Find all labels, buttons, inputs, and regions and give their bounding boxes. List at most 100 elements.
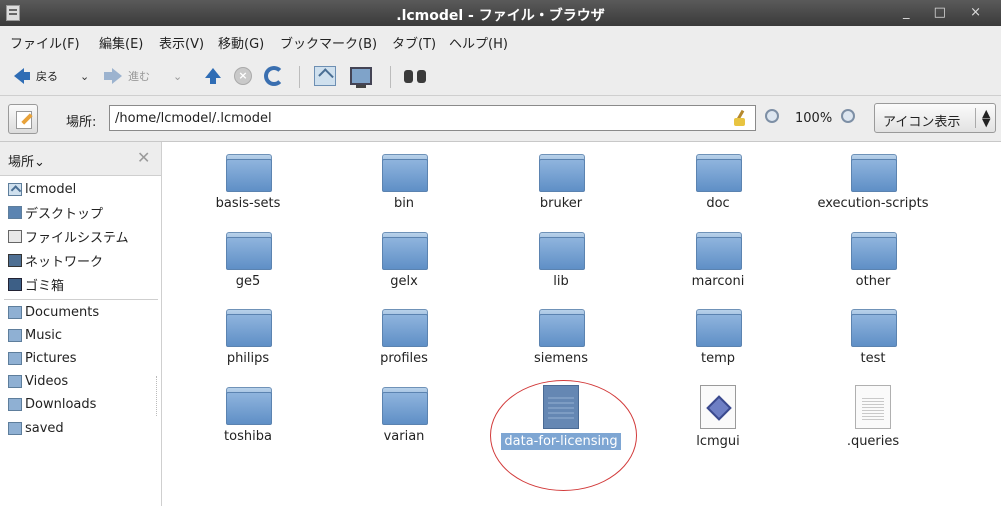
toolbar: 戻る ⌄ 進む ⌄ ×	[0, 56, 1001, 96]
file-item[interactable]: gelx	[334, 232, 474, 290]
zoom-in-icon[interactable]	[841, 109, 855, 123]
forward-arrow-icon	[104, 68, 122, 84]
sidebar-item-music[interactable]: Music	[8, 325, 62, 345]
file-item[interactable]: bin	[334, 154, 474, 212]
folder-icon	[226, 232, 272, 270]
file-item[interactable]: temp	[648, 309, 788, 367]
file-item[interactable]: siemens	[491, 309, 631, 367]
back-arrow-icon	[14, 68, 30, 84]
folder-icon	[696, 154, 742, 192]
sidebar-item-documents[interactable]: Documents	[8, 302, 99, 322]
sidebar-item-desktop[interactable]: デスクトップ	[8, 202, 103, 222]
toolbar-separator	[299, 66, 300, 88]
folder-icon	[382, 154, 428, 192]
file-name: siemens	[533, 351, 589, 366]
file-item[interactable]: profiles	[334, 309, 474, 367]
file-name: lib	[553, 274, 569, 289]
updown-arrow-icon: ▲ ▼	[982, 107, 991, 129]
file-item[interactable]: doc	[648, 154, 788, 212]
sidebar-item-lcmodel[interactable]: lcmodel	[8, 179, 76, 199]
home-folder-icon	[8, 182, 22, 196]
file-item[interactable]: basis-sets	[178, 154, 318, 212]
file-item[interactable]: ge5	[178, 232, 318, 290]
file-item[interactable]: execution-scripts	[803, 154, 943, 212]
file-icon-view[interactable]: basis-sets bin bruker doc execution-scri…	[163, 142, 1001, 506]
reload-button[interactable]	[264, 64, 284, 88]
menu-view[interactable]: 表示(V)	[159, 33, 204, 52]
file-item[interactable]: marconi	[648, 232, 788, 290]
back-button[interactable]: 戻る	[14, 64, 58, 88]
file-name: other	[855, 274, 891, 289]
sidebar-item-label: Documents	[25, 304, 100, 320]
file-item[interactable]: lcmgui	[648, 385, 788, 450]
close-sidebar-icon[interactable]: ✕	[137, 148, 150, 167]
file-name: profiles	[380, 351, 428, 366]
sidebar-item-trash[interactable]: ゴミ箱	[8, 274, 64, 294]
location-edit-toggle-button[interactable]	[8, 104, 38, 134]
folder-icon	[539, 232, 585, 270]
file-name: philips	[226, 351, 270, 366]
location-bar: 場所: 100% アイコン表示 ▲ ▼	[0, 96, 1001, 142]
up-button[interactable]	[205, 64, 221, 88]
sidebar-item-label: saved	[25, 420, 64, 436]
file-item[interactable]: .queries	[803, 385, 943, 450]
forward-button[interactable]: 進む	[104, 64, 150, 88]
folder-icon	[226, 387, 272, 425]
menu-file[interactable]: ファイル(F)	[10, 33, 80, 52]
folder-icon	[696, 309, 742, 347]
binoculars-search-icon	[404, 68, 426, 84]
menu-help[interactable]: ヘルプ(H)	[449, 33, 508, 52]
stop-button[interactable]: ×	[234, 64, 252, 88]
sidebar-type-dropdown[interactable]: 場所⌄	[8, 151, 45, 170]
sidebar-separator	[4, 299, 158, 300]
sidebar-item-label: Music	[25, 327, 62, 343]
menu-bookmarks[interactable]: ブックマーク(B)	[280, 33, 377, 52]
sidebar-item-network[interactable]: ネットワーク	[8, 250, 103, 270]
home-icon	[314, 66, 336, 86]
file-item[interactable]: toshiba	[178, 387, 318, 445]
search-button[interactable]	[404, 64, 426, 88]
location-input[interactable]	[109, 105, 756, 131]
location-label: 場所:	[66, 115, 97, 130]
sidebar-item-saved[interactable]: saved	[8, 418, 64, 438]
zoom-out-icon[interactable]	[765, 109, 779, 123]
file-item[interactable]: bruker	[491, 154, 631, 212]
menu-tabs[interactable]: タブ(T)	[392, 33, 436, 52]
view-select-divider	[975, 108, 976, 128]
file-item[interactable]: lib	[491, 232, 631, 290]
sidebar-resize-handle[interactable]	[156, 376, 162, 416]
window-controls[interactable]: _ □ ×	[903, 5, 991, 20]
view-mode-select[interactable]: アイコン表示 ▲ ▼	[874, 103, 996, 133]
file-item[interactable]: philips	[178, 309, 318, 367]
file-item[interactable]: varian	[334, 387, 474, 445]
sidebar-item-label: デスクトップ	[25, 206, 104, 222]
reload-icon	[264, 66, 284, 86]
view-mode-value: アイコン表示	[883, 115, 961, 130]
filesystem-icon	[8, 229, 22, 243]
documents-folder-icon	[8, 305, 22, 319]
computer-button[interactable]	[350, 64, 372, 88]
home-button[interactable]	[314, 64, 336, 88]
file-name: varian	[383, 429, 425, 444]
file-name: basis-sets	[215, 196, 281, 211]
sidebar-item-downloads[interactable]: Downloads	[8, 394, 96, 414]
file-name: bruker	[539, 196, 583, 211]
sidebar-item-videos[interactable]: Videos	[8, 371, 68, 391]
back-history-dropdown[interactable]: ⌄	[80, 64, 89, 88]
menu-go[interactable]: 移動(G)	[218, 33, 264, 52]
chevron-down-icon: ⌄	[173, 69, 183, 83]
file-item[interactable]: test	[803, 309, 943, 367]
sidebar-item-filesystem[interactable]: ファイルシステム	[8, 226, 129, 246]
forward-label: 進む	[128, 70, 150, 83]
menu-edit[interactable]: 編集(E)	[99, 33, 143, 52]
toolbar-separator	[390, 66, 391, 88]
file-item[interactable]: other	[803, 232, 943, 290]
text-file-icon	[855, 385, 891, 429]
folder-icon	[696, 232, 742, 270]
sidebar-places: 場所⌄ ✕ lcmodel デスクトップ ファイルシステム ネットワーク ゴミ箱…	[0, 142, 162, 506]
file-name: marconi	[691, 274, 745, 289]
forward-history-dropdown[interactable]: ⌄	[173, 64, 182, 88]
sidebar-item-pictures[interactable]: Pictures	[8, 348, 76, 368]
folder-icon	[382, 232, 428, 270]
clear-location-icon[interactable]	[733, 110, 747, 126]
